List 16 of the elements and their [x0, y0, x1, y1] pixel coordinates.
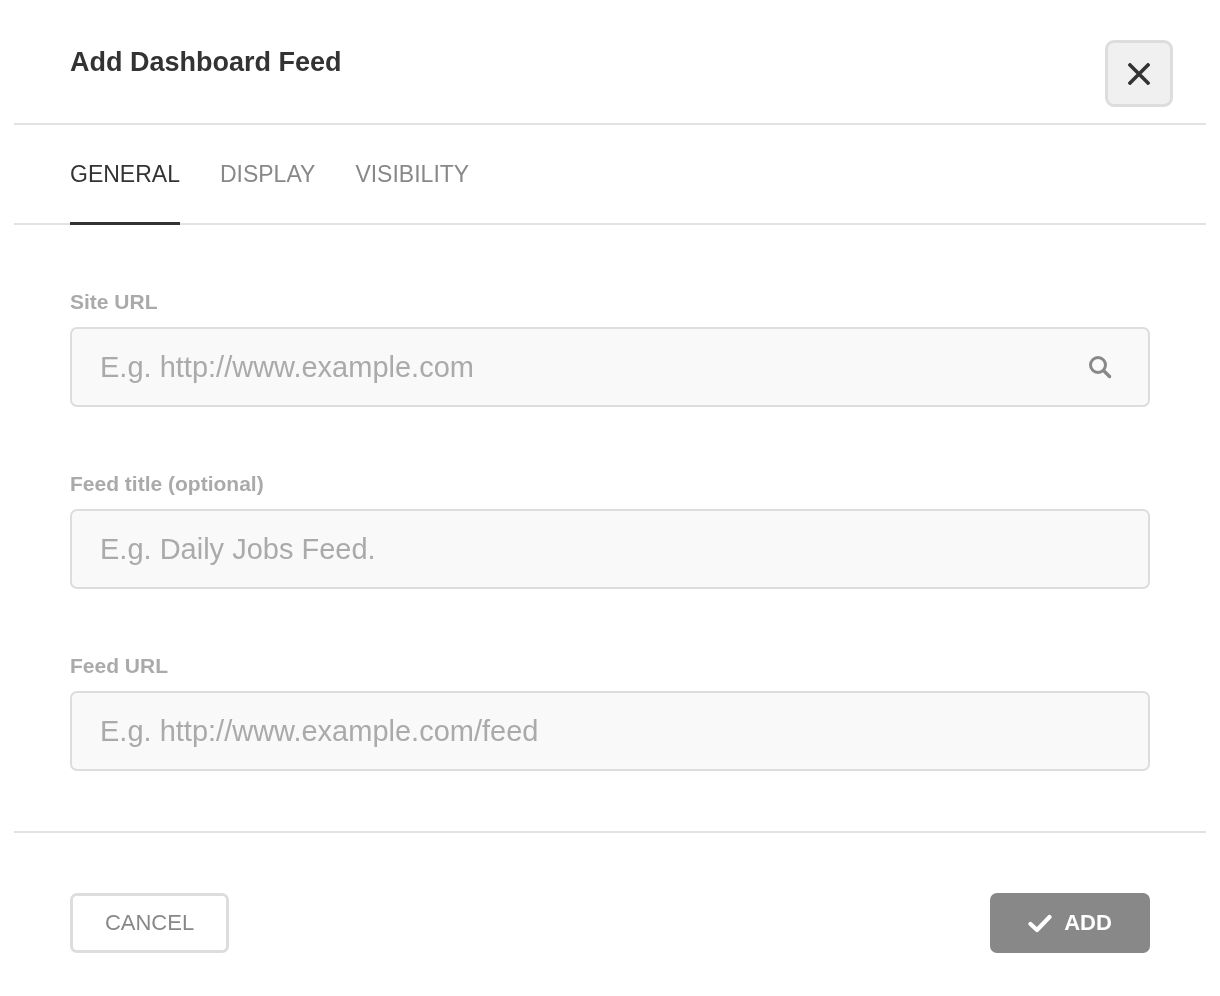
tab[interactable]: GENERAL — [70, 125, 180, 225]
close-icon — [1128, 62, 1150, 85]
search-icon[interactable] — [1088, 355, 1112, 379]
input-field[interactable]: E.g. http://www.example.com/feed — [70, 691, 1150, 771]
tab[interactable]: DISPLAY — [219, 125, 316, 225]
dialog-title: Add Dashboard Feed — [70, 46, 342, 78]
close-button[interactable] — [1105, 40, 1173, 107]
tab[interactable]: VISIBILITY — [355, 125, 470, 225]
field-label: Site URL — [70, 289, 158, 315]
input-field[interactable]: E.g. Daily Jobs Feed. — [70, 509, 1150, 589]
add-button[interactable]: ADD — [990, 893, 1150, 953]
search-field[interactable]: E.g. http://www.example.com — [70, 327, 1150, 407]
field-label: Feed title (optional) — [70, 471, 264, 497]
field-label: Feed URL — [70, 653, 168, 679]
check-icon — [1028, 913, 1053, 933]
cancel-button[interactable]: CANCEL — [70, 893, 229, 953]
